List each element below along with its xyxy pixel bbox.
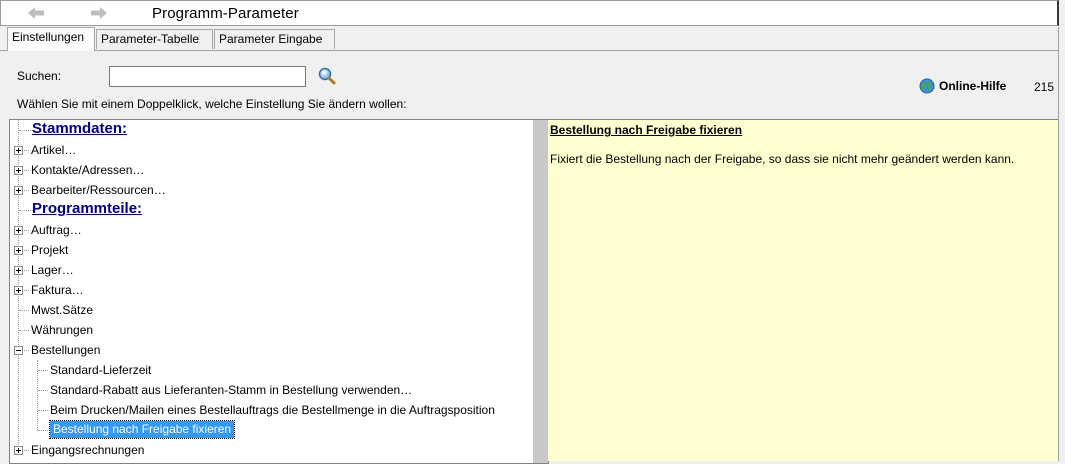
- magnifier-icon: [318, 67, 336, 85]
- tree-child-item[interactable]: Beim Drucken/Mailen eines Bestellauftrag…: [10, 400, 548, 420]
- tree-item[interactable]: Auftrag…: [10, 220, 548, 240]
- tree-item[interactable]: Artikel…: [10, 140, 548, 160]
- tree-item-label: Standard-Lieferzeit: [50, 363, 152, 377]
- setting-info-panel: Bestellung nach Freigabe fixieren Fixier…: [548, 119, 1058, 461]
- tab-einstellungen[interactable]: Einstellungen: [7, 27, 95, 51]
- tree-connector: [19, 210, 33, 211]
- title-bar: Programm-Parameter: [0, 0, 1059, 26]
- tree-item-label: Standard-Rabatt aus Lieferanten-Stamm in…: [50, 383, 413, 397]
- window-title: Programm-Parameter: [152, 5, 299, 22]
- tree-item-label: Auftrag…: [31, 223, 82, 237]
- tree-item-label: Bestellungen: [31, 343, 101, 357]
- tree-connector: [38, 370, 48, 371]
- tree-connector: [38, 430, 48, 431]
- setting-title: Bestellung nach Freigabe fixieren: [550, 123, 743, 137]
- tree-item-label: Beim Drucken/Mailen eines Bestellauftrag…: [50, 403, 495, 417]
- expand-plus-icon[interactable]: [14, 286, 23, 295]
- tree-item-label: Stammdaten:: [32, 120, 128, 137]
- tab-parameter-tabelle[interactable]: Parameter-Tabelle: [96, 29, 213, 49]
- online-help-link[interactable]: Online-Hilfe: [919, 78, 1006, 94]
- tree-item[interactable]: Eingangsrechnungen: [10, 440, 548, 460]
- arrow-right-icon: [91, 7, 107, 19]
- settings-tree[interactable]: Stammdaten: Artikel… Kontakte/Adressen… Bea…: [9, 119, 549, 464]
- forward-button[interactable]: [88, 5, 110, 21]
- online-help-label: Online-Hilfe: [939, 79, 1007, 93]
- tab-strip: Einstellungen Parameter-Tabelle Paramete…: [0, 27, 1065, 51]
- globe-icon: [919, 78, 935, 94]
- tree-item-label: Währungen: [31, 323, 94, 337]
- tree-connector: [38, 390, 48, 391]
- tree-item-label: Mwst.Sätze: [31, 303, 94, 317]
- tree-section-heading[interactable]: Programmteile:: [10, 200, 548, 220]
- tree-item[interactable]: Bestellungen: [10, 340, 548, 360]
- arrow-left-icon: [28, 7, 44, 19]
- tree-item-label: Projekt: [31, 243, 69, 257]
- tree-connector: [19, 130, 33, 131]
- tree-item[interactable]: Mwst.Sätze: [10, 300, 548, 320]
- parameter-count: 215: [1034, 80, 1055, 94]
- tree-child-item[interactable]: Bestellung nach Freigabe fixieren: [10, 420, 548, 440]
- tree-item[interactable]: Kontakte/Adressen…: [10, 160, 548, 180]
- tree-item-label: Lager…: [31, 263, 74, 277]
- tree-item-label: Eingangsrechnungen: [31, 443, 145, 457]
- tab-divider: [0, 50, 1058, 51]
- tree-child-item[interactable]: Standard-Rabatt aus Lieferanten-Stamm in…: [10, 380, 548, 400]
- tree-item-label: Bearbeiter/Ressourcen…: [31, 183, 166, 197]
- tree-item[interactable]: Projekt: [10, 240, 548, 260]
- instruction-text: Wählen Sie mit einem Doppelklick, welche…: [17, 97, 407, 111]
- tree-item-label: Faktura…: [31, 283, 84, 297]
- tree-item-label: Kontakte/Adressen…: [31, 163, 145, 177]
- back-button[interactable]: [25, 5, 47, 21]
- tree-scrollbar[interactable]: [533, 120, 548, 463]
- setting-description: Fixiert die Bestellung nach der Freigabe…: [550, 152, 1015, 166]
- tree-connector: [19, 310, 29, 311]
- tree-item-label: Programmteile:: [32, 200, 143, 217]
- tab-parameter-eingabe[interactable]: Parameter Eingabe: [214, 29, 335, 49]
- expand-plus-icon[interactable]: [14, 246, 23, 255]
- expand-plus-icon[interactable]: [14, 186, 23, 195]
- tree-child-item[interactable]: Standard-Lieferzeit: [10, 360, 548, 380]
- tree-connector: [19, 330, 29, 331]
- tree-connector: [38, 410, 48, 411]
- search-input[interactable]: [109, 66, 306, 87]
- tree-item[interactable]: Faktura…: [10, 280, 548, 300]
- expand-plus-icon[interactable]: [14, 226, 23, 235]
- expand-plus-icon[interactable]: [14, 146, 23, 155]
- expand-plus-icon[interactable]: [14, 166, 23, 175]
- tree-section-heading[interactable]: Stammdaten:: [10, 120, 548, 140]
- tree-item[interactable]: Währungen: [10, 320, 548, 340]
- tree-item[interactable]: Bearbeiter/Ressourcen…: [10, 180, 548, 200]
- collapse-minus-icon[interactable]: [14, 346, 23, 355]
- search-button[interactable]: [317, 66, 337, 86]
- tree-item-label: Artikel…: [31, 143, 77, 157]
- expand-plus-icon[interactable]: [14, 266, 23, 275]
- tree-item-label: Bestellung nach Freigabe fixieren: [48, 420, 236, 439]
- tree-item[interactable]: Lager…: [10, 260, 548, 280]
- search-label: Suchen:: [17, 69, 62, 83]
- window-edge: [1058, 27, 1059, 461]
- expand-plus-icon[interactable]: [14, 446, 23, 455]
